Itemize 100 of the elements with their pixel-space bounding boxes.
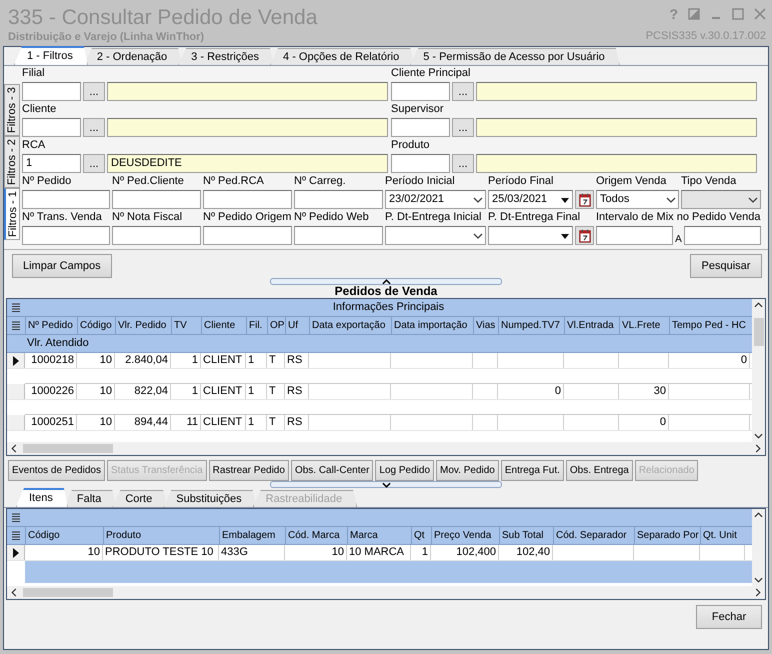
code-field[interactable]: 1 <box>22 154 81 173</box>
tab[interactable]: 1 - Filtros <box>14 46 88 65</box>
lookup-button[interactable]: ... <box>452 118 474 137</box>
column-header[interactable]: Cliente <box>201 317 246 334</box>
scroll-down-icon[interactable] <box>754 433 763 439</box>
action-button[interactable]: Eventos de Pedidos <box>8 460 105 481</box>
action-button[interactable]: Limpar Campos <box>12 254 112 278</box>
lookup-button[interactable]: ... <box>452 82 474 101</box>
scroll-down-icon[interactable] <box>754 577 763 583</box>
input-field[interactable] <box>203 226 292 245</box>
vertical-scrollbar[interactable] <box>752 299 765 442</box>
side-tab[interactable]: Filtros - 2 <box>4 136 20 188</box>
column-header[interactable]: OP <box>267 317 285 334</box>
row-selector[interactable] <box>7 353 25 368</box>
code-field[interactable] <box>391 154 450 173</box>
column-header[interactable]: Vlr. Pedido <box>115 317 171 334</box>
side-tab[interactable]: Filtros - 3 <box>4 84 20 136</box>
column-header[interactable]: Sub Total <box>499 527 553 544</box>
date-field[interactable] <box>488 226 573 245</box>
action-button[interactable]: Log Pedido <box>375 460 434 481</box>
column-header[interactable]: Cód. Marca <box>285 527 347 544</box>
scroll-up-icon[interactable] <box>754 512 763 518</box>
scroll-left-icon[interactable] <box>11 588 17 597</box>
input-field[interactable] <box>684 226 762 245</box>
column-header[interactable]: Nº Pedido <box>25 317 77 334</box>
column-menu-icon[interactable] <box>12 320 20 330</box>
splitter-handle[interactable] <box>270 481 502 488</box>
calendar-button[interactable] <box>575 190 594 209</box>
action-button[interactable]: Rastrear Pedido <box>208 460 289 481</box>
side-tab[interactable]: Filtros - 1 <box>4 188 20 240</box>
tab[interactable]: Itens <box>16 488 68 507</box>
column-header[interactable]: Código <box>77 317 115 334</box>
column-menu-icon[interactable] <box>12 512 20 522</box>
input-field[interactable] <box>112 226 201 245</box>
horizontal-scrollbar[interactable] <box>7 442 765 455</box>
scroll-right-icon[interactable] <box>755 588 761 597</box>
dropdown-arrow-icon[interactable] <box>560 232 570 238</box>
input-field[interactable] <box>294 226 383 245</box>
scroll-thumb[interactable] <box>754 318 764 346</box>
column-header[interactable]: TV <box>171 317 201 334</box>
code-field[interactable] <box>22 82 81 101</box>
tab[interactable]: Corte <box>112 490 168 507</box>
lookup-button[interactable]: ... <box>83 118 105 137</box>
code-field[interactable] <box>22 118 81 137</box>
scroll-left-icon[interactable] <box>11 444 17 453</box>
input-field[interactable] <box>22 190 110 209</box>
scroll-thumb[interactable] <box>23 588 113 597</box>
calendar-icon[interactable] <box>578 192 590 206</box>
code-field[interactable] <box>391 118 450 137</box>
input-field[interactable] <box>203 190 292 209</box>
tab[interactable]: Substituições <box>163 490 257 507</box>
column-header[interactable]: Numped.TV7 <box>498 317 564 334</box>
lookup-button[interactable]: ... <box>452 154 474 173</box>
lookup-button[interactable]: ... <box>83 154 105 173</box>
column-menu-icon[interactable] <box>12 302 20 312</box>
column-header[interactable]: Qt. Unit <box>700 527 745 544</box>
column-header[interactable]: Marca <box>347 527 411 544</box>
chevron-down-icon[interactable] <box>473 196 483 202</box>
input-field[interactable] <box>596 226 674 245</box>
action-button[interactable]: Obs. Entrega <box>566 460 633 481</box>
column-header[interactable]: VL.Frete <box>619 317 669 334</box>
column-header[interactable]: Qt <box>411 527 431 544</box>
chevron-down-icon[interactable] <box>473 232 483 238</box>
vertical-scrollbar[interactable] <box>752 509 765 586</box>
column-header[interactable]: Separado Por <box>634 527 700 544</box>
scroll-up-icon[interactable] <box>754 302 763 308</box>
dropdown-arrow-icon[interactable] <box>560 196 570 202</box>
column-header[interactable]: Data importação <box>391 317 473 334</box>
scroll-thumb[interactable] <box>23 444 113 453</box>
tab[interactable]: 3 - Restrições <box>178 48 274 65</box>
calendar-button[interactable] <box>575 226 594 245</box>
column-header[interactable]: Vias <box>473 317 498 334</box>
column-menu-icon[interactable] <box>12 530 20 540</box>
action-button[interactable]: Entrega Fut. <box>500 460 564 481</box>
dropdown[interactable]: 23/02/2021 <box>385 190 486 209</box>
date-field[interactable]: 25/03/2021 <box>488 190 573 209</box>
column-header[interactable]: Fil. <box>246 317 267 334</box>
lookup-button[interactable]: ... <box>83 82 105 101</box>
action-button[interactable]: Obs. Call-Center <box>290 460 374 481</box>
input-field[interactable] <box>112 190 201 209</box>
column-header[interactable]: Código <box>25 527 103 544</box>
scroll-right-icon[interactable] <box>755 444 761 453</box>
calendar-icon[interactable] <box>578 228 590 242</box>
row-selector[interactable] <box>7 545 25 560</box>
close-button[interactable]: Fechar <box>696 605 762 629</box>
column-header[interactable]: Tempo Ped - HC <box>669 317 750 334</box>
column-header[interactable]: Vlr. Atendido <box>25 335 89 352</box>
tab[interactable]: 5 - Permissão de Acesso por Usuário <box>410 48 620 65</box>
column-header[interactable]: Data exportação <box>309 317 391 334</box>
action-button[interactable]: Mov. Pedido <box>436 460 499 481</box>
chevron-down-icon[interactable] <box>666 196 676 202</box>
tab[interactable]: 4 - Opções de Relatório <box>270 48 414 65</box>
column-header[interactable]: Embalagem <box>219 527 285 544</box>
code-field[interactable] <box>391 82 450 101</box>
column-header[interactable]: Cód. Separador <box>553 527 634 544</box>
dropdown[interactable] <box>385 226 486 245</box>
dropdown[interactable]: Todos <box>596 190 679 209</box>
splitter-handle[interactable] <box>270 278 502 285</box>
action-button[interactable]: Pesquisar <box>690 254 762 278</box>
horizontal-scrollbar[interactable] <box>7 586 765 599</box>
